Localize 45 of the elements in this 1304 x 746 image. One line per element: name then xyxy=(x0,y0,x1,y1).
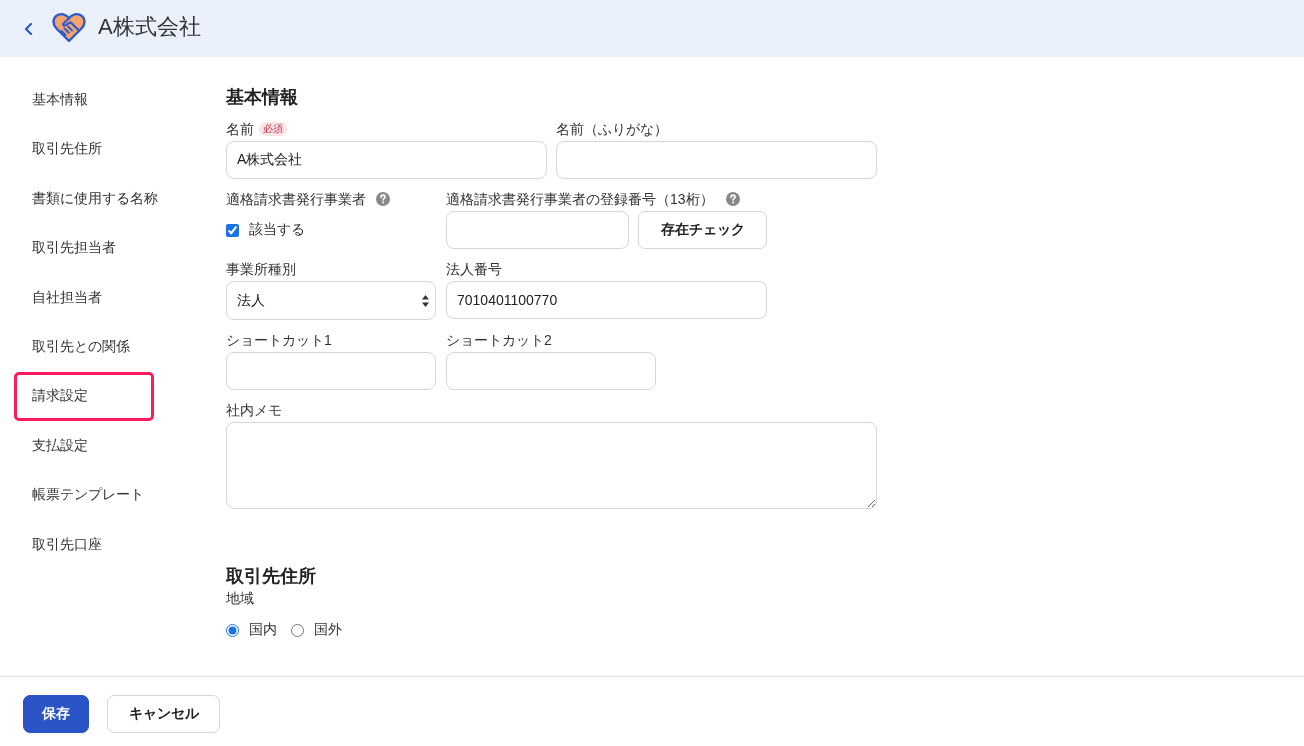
field-label: 地域 xyxy=(226,589,254,608)
sidebar-item[interactable]: 請求設定 xyxy=(14,371,154,422)
section-title: 取引先住所 xyxy=(226,565,316,588)
sidebar-item[interactable]: 取引先との関係 xyxy=(14,322,154,372)
required-badge: 必須 xyxy=(259,122,287,136)
sidebar-item[interactable]: 書類に使用する名称 xyxy=(14,174,173,224)
field-label: ショートカット1 xyxy=(226,331,332,350)
check-button[interactable]: 存在チェック xyxy=(638,211,767,249)
sidebar-item[interactable]: 取引先住所 xyxy=(14,124,154,175)
help-icon[interactable] xyxy=(376,192,390,206)
company-title: A株式会社 xyxy=(98,12,201,41)
radio-label: 国外 xyxy=(314,621,342,639)
sidebar-item[interactable]: 自社担当者 xyxy=(14,272,154,323)
input-field[interactable]: 7010401100770 xyxy=(446,281,767,319)
field-label: 法人番号 xyxy=(446,260,502,279)
sidebar-item[interactable]: 帳票テンプレート xyxy=(14,470,159,520)
checkbox-label: 該当する xyxy=(249,221,305,239)
field-label: 適格請求書発行事業者 xyxy=(226,190,366,209)
cancel-button[interactable]: キャンセル xyxy=(107,695,220,733)
section-title: 基本情報 xyxy=(226,86,298,109)
updown-arrows-icon xyxy=(422,294,429,307)
sidebar-item[interactable]: 基本情報 xyxy=(14,75,154,125)
sidebar-item[interactable]: 取引先担当者 xyxy=(14,223,154,273)
sidebar-item[interactable]: 支払設定 xyxy=(14,421,154,471)
help-icon[interactable] xyxy=(725,192,740,206)
field-label: 事業所種別 xyxy=(226,260,296,279)
heart-handshake-icon xyxy=(52,12,86,43)
radio-button[interactable] xyxy=(291,623,304,637)
input-field[interactable] xyxy=(446,211,629,249)
back-chevron-icon[interactable] xyxy=(24,22,33,35)
checkbox[interactable] xyxy=(226,223,239,237)
field-label: 名前（ふりがな） xyxy=(556,120,668,139)
sidebar-item[interactable]: 取引先口座 xyxy=(14,519,154,570)
input-field[interactable]: A株式会社 xyxy=(226,141,547,179)
radio-button[interactable] xyxy=(226,623,239,637)
field-label: ショートカット2 xyxy=(446,331,552,350)
field-label: 名前 xyxy=(226,120,254,139)
input-field[interactable] xyxy=(226,352,436,390)
radio-label: 国内 xyxy=(249,621,277,639)
field-label: 社内メモ xyxy=(226,401,282,420)
field-label: 適格請求書発行事業者の登録番号（13桁） xyxy=(446,190,714,209)
save-button[interactable]: 保存 xyxy=(23,695,89,733)
select-field[interactable]: 法人 xyxy=(226,281,436,320)
input-field[interactable] xyxy=(556,141,877,179)
input-field[interactable] xyxy=(446,352,656,390)
